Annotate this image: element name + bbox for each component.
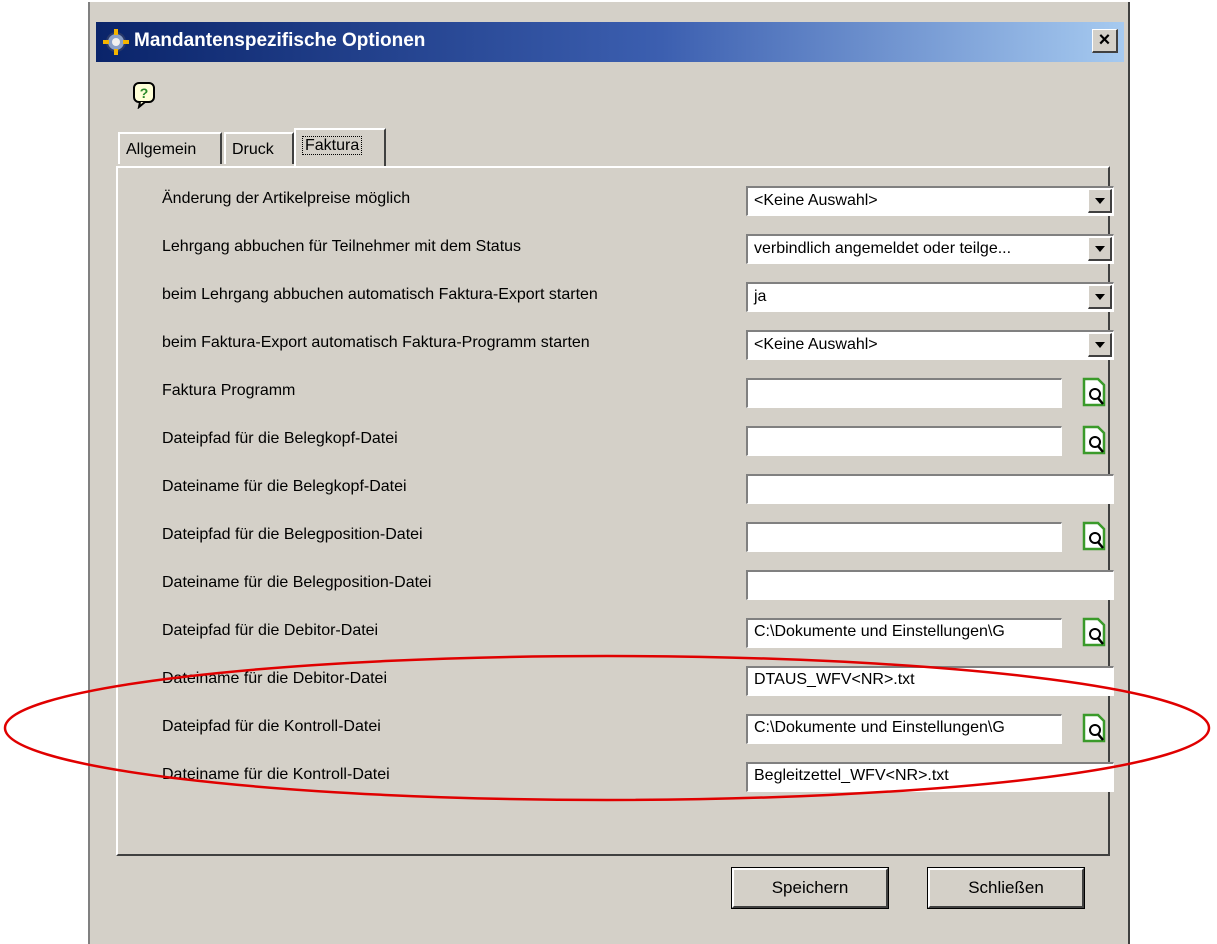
label-faktura-programm: Faktura Programm [162, 382, 296, 399]
close-icon: × [1098, 29, 1111, 51]
input-debitor-name[interactable]: DTAUS_WFV<NR>.txt [746, 666, 1114, 696]
svg-text:?: ? [140, 85, 149, 101]
label-debitor-pfad: Dateipfad für die Debitor-Datei [162, 622, 379, 639]
save-button[interactable]: Speichern [731, 867, 889, 909]
gear-icon [103, 29, 129, 55]
close-button[interactable]: × [1092, 29, 1118, 53]
tab-druck[interactable]: Druck [224, 132, 294, 164]
input-belegposition-name[interactable] [746, 570, 1114, 600]
file-search-icon[interactable] [1078, 376, 1110, 408]
label-kontroll-name: Dateiname für die Kontroll-Datei [162, 766, 390, 783]
label-belegposition-name: Dateiname für die Belegposition-Datei [162, 574, 432, 591]
input-belegkopf-name[interactable] [746, 474, 1114, 504]
combo-value: <Keine Auswahl> [754, 192, 878, 209]
tab-label: Allgemein [126, 141, 197, 158]
close-dialog-button[interactable]: Schließen [927, 867, 1085, 909]
tab-label: Druck [232, 141, 274, 158]
combo-value: ja [754, 288, 767, 305]
tab-faktura[interactable]: Faktura [294, 128, 386, 166]
input-debitor-pfad[interactable]: C:\Dokumente und Einstellungen\G [746, 618, 1062, 648]
combo-auto-export[interactable]: ja [746, 282, 1114, 312]
input-faktura-programm[interactable] [746, 378, 1062, 408]
dialog-window: Mandantenspezifische Optionen × ? Allgem… [88, 2, 1130, 944]
label-belegkopf-name: Dateiname für die Belegkopf-Datei [162, 478, 407, 495]
label-auto-programm: beim Faktura-Export automatisch Faktura-… [162, 334, 590, 351]
label-belegposition-pfad: Dateipfad für die Belegposition-Datei [162, 526, 423, 543]
label-belegkopf-pfad: Dateipfad für die Belegkopf-Datei [162, 430, 398, 447]
label-teilnehmer-status: Lehrgang abbuchen für Teilnehmer mit dem… [162, 238, 522, 255]
combo-value: <Keine Auswahl> [754, 336, 878, 353]
input-belegkopf-pfad[interactable] [746, 426, 1062, 456]
combo-artikelpreise[interactable]: <Keine Auswahl> [746, 186, 1114, 216]
file-search-icon[interactable] [1078, 520, 1110, 552]
tab-allgemein[interactable]: Allgemein [118, 132, 222, 164]
label-kontroll-pfad: Dateipfad für die Kontroll-Datei [162, 718, 381, 735]
file-search-icon[interactable] [1078, 616, 1110, 648]
tab-label: Faktura [302, 136, 363, 155]
help-icon[interactable]: ? [132, 81, 158, 109]
window-title: Mandantenspezifische Optionen [134, 30, 426, 51]
combo-teilnehmer-status[interactable]: verbindlich angemeldet oder teilge... [746, 234, 1114, 264]
input-belegposition-pfad[interactable] [746, 522, 1062, 552]
chevron-down-icon[interactable] [1088, 237, 1112, 261]
label-artikelpreise: Änderung der Artikelpreise möglich [162, 190, 411, 207]
combo-value: verbindlich angemeldet oder teilge... [754, 240, 1012, 257]
chevron-down-icon[interactable] [1088, 333, 1112, 357]
title-bar[interactable]: Mandantenspezifische Optionen × [96, 22, 1124, 62]
chevron-down-icon[interactable] [1088, 189, 1112, 213]
file-search-icon[interactable] [1078, 424, 1110, 456]
file-search-icon[interactable] [1078, 712, 1110, 744]
combo-auto-programm[interactable]: <Keine Auswahl> [746, 330, 1114, 360]
chevron-down-icon[interactable] [1088, 285, 1112, 309]
label-debitor-name: Dateiname für die Debitor-Datei [162, 670, 387, 687]
input-kontroll-pfad[interactable]: C:\Dokumente und Einstellungen\G [746, 714, 1062, 744]
faktura-panel: Änderung der Artikelpreise möglich <Kein… [116, 166, 1114, 856]
label-auto-export: beim Lehrgang abbuchen automatisch Faktu… [162, 286, 598, 303]
input-kontroll-name[interactable]: Begleitzettel_WFV<NR>.txt [746, 762, 1114, 792]
